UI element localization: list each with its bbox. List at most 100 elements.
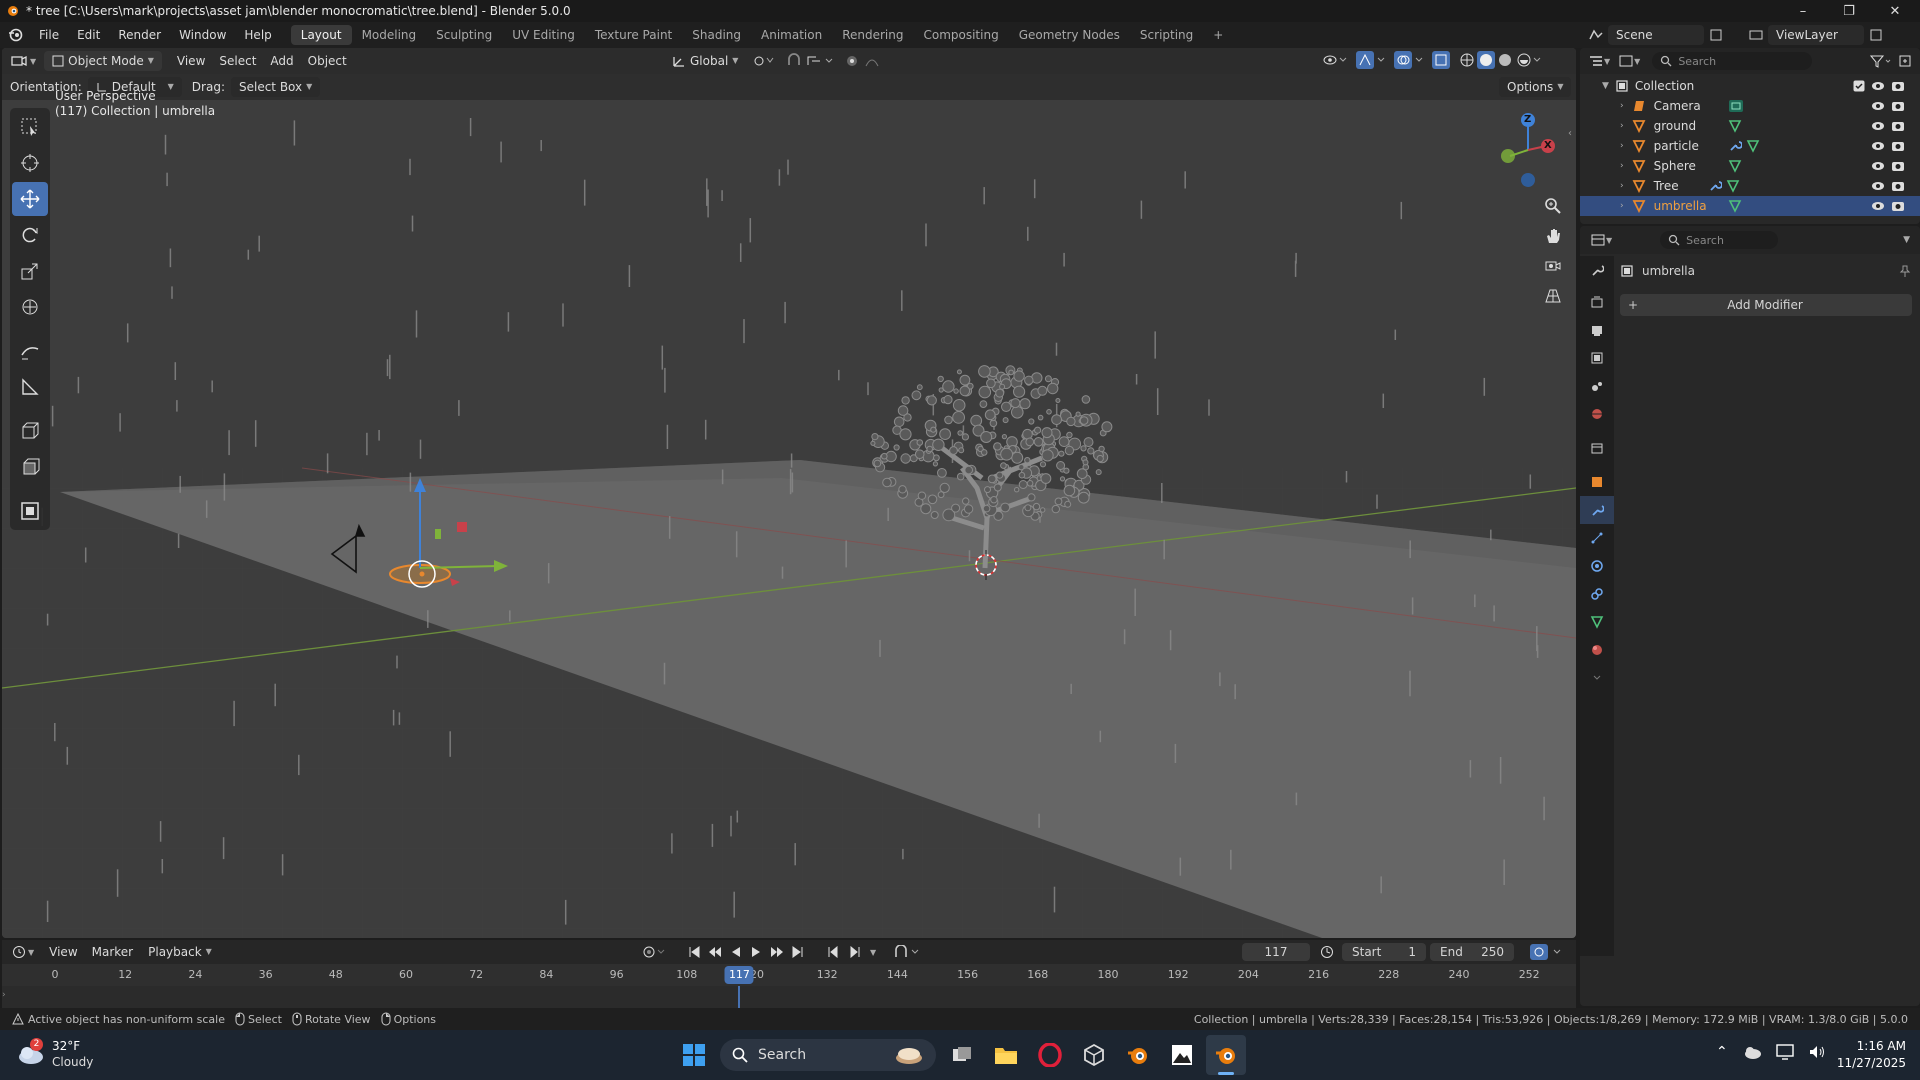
end-frame-field[interactable]: End 250 bbox=[1430, 943, 1514, 961]
outliner-item-particle[interactable]: › particle bbox=[1580, 136, 1920, 156]
record-icon[interactable] bbox=[642, 945, 668, 959]
mesh-data-icon[interactable] bbox=[1728, 119, 1742, 133]
render-camera-icon[interactable] bbox=[1891, 200, 1905, 212]
object-tab[interactable] bbox=[1580, 468, 1614, 496]
timeline-editor-icon[interactable]: ▼ bbox=[12, 945, 34, 959]
eye-icon[interactable] bbox=[1871, 120, 1885, 132]
physics-tab[interactable] bbox=[1580, 552, 1614, 580]
eye-icon[interactable] bbox=[1871, 80, 1885, 92]
zoom-button[interactable] bbox=[1539, 192, 1567, 220]
visibility-icon[interactable] bbox=[1322, 52, 1348, 68]
expand-icon[interactable]: › bbox=[1620, 121, 1624, 131]
mesh-data-icon[interactable] bbox=[1746, 139, 1760, 153]
outliner-item-camera[interactable]: › Camera bbox=[1580, 96, 1920, 116]
menu-file[interactable]: File bbox=[30, 25, 68, 45]
timeline-ruler[interactable]: 0 12 24 36 48 60 72 84 96 108 20 132 144 156 168 180 192… bbox=[2, 964, 1576, 986]
measure-tool[interactable] bbox=[12, 370, 48, 404]
tab-compositing[interactable]: Compositing bbox=[913, 25, 1008, 45]
auto-keying-icon[interactable] bbox=[894, 945, 922, 959]
timeline-menu-marker[interactable]: Marker bbox=[85, 942, 140, 962]
properties-options-icon[interactable]: ▼ bbox=[1903, 235, 1910, 245]
collection-checkbox[interactable] bbox=[1853, 80, 1865, 92]
mesh-data-icon[interactable] bbox=[1726, 179, 1740, 193]
cursor-tool[interactable] bbox=[12, 146, 48, 180]
tray-overflow-icon[interactable]: ⌃ bbox=[1716, 1044, 1728, 1060]
tab-modeling[interactable]: Modeling bbox=[352, 25, 427, 45]
task-view-button[interactable] bbox=[942, 1035, 982, 1075]
render-camera-icon[interactable] bbox=[1891, 160, 1905, 172]
expand-icon[interactable]: › bbox=[1620, 181, 1624, 191]
outliner-item-umbrella[interactable]: › umbrella bbox=[1580, 196, 1920, 216]
maximize-button[interactable]: ❐ bbox=[1826, 0, 1872, 22]
transform-tool[interactable] bbox=[12, 290, 48, 324]
render-camera-icon[interactable] bbox=[1891, 180, 1905, 192]
outliner-item-sphere[interactable]: › Sphere bbox=[1580, 156, 1920, 176]
preview-range-icon[interactable] bbox=[1320, 945, 1334, 959]
tab-shading[interactable]: Shading bbox=[682, 25, 751, 45]
properties-search[interactable]: Search bbox=[1660, 231, 1779, 249]
tab-geometry-nodes[interactable]: Geometry Nodes bbox=[1009, 25, 1130, 45]
shape-tool[interactable] bbox=[12, 494, 48, 528]
xray-toggle-icon[interactable] bbox=[1432, 51, 1450, 69]
select-box-tool[interactable] bbox=[12, 110, 48, 144]
network-icon[interactable] bbox=[1776, 1044, 1794, 1060]
eye-icon[interactable] bbox=[1871, 160, 1885, 172]
blender-menu-icon[interactable] bbox=[8, 27, 24, 43]
file-explorer-button[interactable] bbox=[986, 1035, 1026, 1075]
modifier-wrench-icon[interactable] bbox=[1728, 139, 1742, 153]
timeline-expand-icon[interactable]: › bbox=[2, 990, 6, 1000]
output-tab[interactable] bbox=[1580, 316, 1614, 344]
new-collection-icon[interactable] bbox=[1898, 54, 1912, 68]
sidebar-toggle-icon[interactable]: ‹ bbox=[1568, 128, 1572, 139]
render-camera-icon[interactable] bbox=[1891, 120, 1905, 132]
render-camera-icon[interactable] bbox=[1891, 80, 1905, 92]
scene-tab[interactable] bbox=[1580, 372, 1614, 400]
menu-select[interactable]: Select bbox=[212, 51, 263, 71]
expand-icon[interactable]: › bbox=[1620, 101, 1624, 111]
menu-help[interactable]: Help bbox=[235, 25, 280, 45]
modifier-wrench-icon[interactable] bbox=[1708, 179, 1722, 193]
play-reverse-icon[interactable] bbox=[730, 946, 742, 958]
expand-icon[interactable]: › bbox=[1620, 141, 1624, 151]
properties-editor-icon[interactable]: ▼ bbox=[1590, 233, 1612, 247]
close-button[interactable]: ✕ bbox=[1872, 0, 1918, 22]
timeline-menu-view[interactable]: View bbox=[42, 942, 84, 962]
data-tab[interactable] bbox=[1580, 608, 1614, 636]
constraints-tab[interactable] bbox=[1580, 580, 1614, 608]
start-frame-field[interactable]: Start 1 bbox=[1342, 943, 1426, 961]
modifier-tab[interactable] bbox=[1580, 496, 1614, 524]
current-frame-field[interactable]: 117 bbox=[1242, 943, 1310, 961]
view-layer-tab[interactable] bbox=[1580, 344, 1614, 372]
play-icon[interactable] bbox=[750, 946, 762, 958]
menu-window[interactable]: Window bbox=[170, 25, 235, 45]
view-options-icon[interactable] bbox=[1530, 944, 1566, 960]
pin-icon[interactable] bbox=[1898, 264, 1912, 278]
menu-add[interactable]: Add bbox=[263, 51, 300, 71]
add-modifier-button[interactable]: + Add Modifier bbox=[1620, 294, 1912, 316]
proportional-editing-icon[interactable] bbox=[844, 53, 894, 69]
volume-icon[interactable] bbox=[1808, 1044, 1826, 1060]
gizmo-toggle-icon[interactable] bbox=[1356, 51, 1386, 69]
shading-modes-icon[interactable] bbox=[1458, 51, 1542, 69]
jump-end-icon[interactable] bbox=[792, 946, 804, 958]
eye-icon[interactable] bbox=[1871, 140, 1885, 152]
tab-animation[interactable]: Animation bbox=[751, 25, 832, 45]
add-cube-tool[interactable] bbox=[12, 414, 48, 448]
add-workspace-button[interactable]: + bbox=[1203, 25, 1233, 45]
playhead-marker[interactable]: 117 bbox=[724, 966, 754, 984]
pan-button[interactable] bbox=[1539, 222, 1567, 250]
editor-type-icon[interactable]: ▼ bbox=[10, 53, 36, 69]
new-view-layer-icon[interactable] bbox=[1868, 27, 1884, 43]
clock[interactable]: 1:16 AM 11/27/2025 bbox=[1836, 1038, 1906, 1072]
snap-icon[interactable] bbox=[786, 53, 836, 69]
menu-render[interactable]: Render bbox=[109, 25, 170, 45]
ortho-toggle-button[interactable] bbox=[1539, 282, 1567, 310]
tab-scripting[interactable]: Scripting bbox=[1130, 25, 1203, 45]
opera-browser-button[interactable] bbox=[1030, 1035, 1070, 1075]
menu-object[interactable]: Object bbox=[301, 51, 354, 71]
display-mode-icon[interactable]: ▼ bbox=[1618, 54, 1640, 68]
camera-view-button[interactable] bbox=[1539, 252, 1567, 280]
menu-view[interactable]: View bbox=[170, 51, 212, 71]
mesh-data-icon[interactable] bbox=[1728, 199, 1742, 213]
prev-frame-icon[interactable] bbox=[826, 946, 840, 958]
